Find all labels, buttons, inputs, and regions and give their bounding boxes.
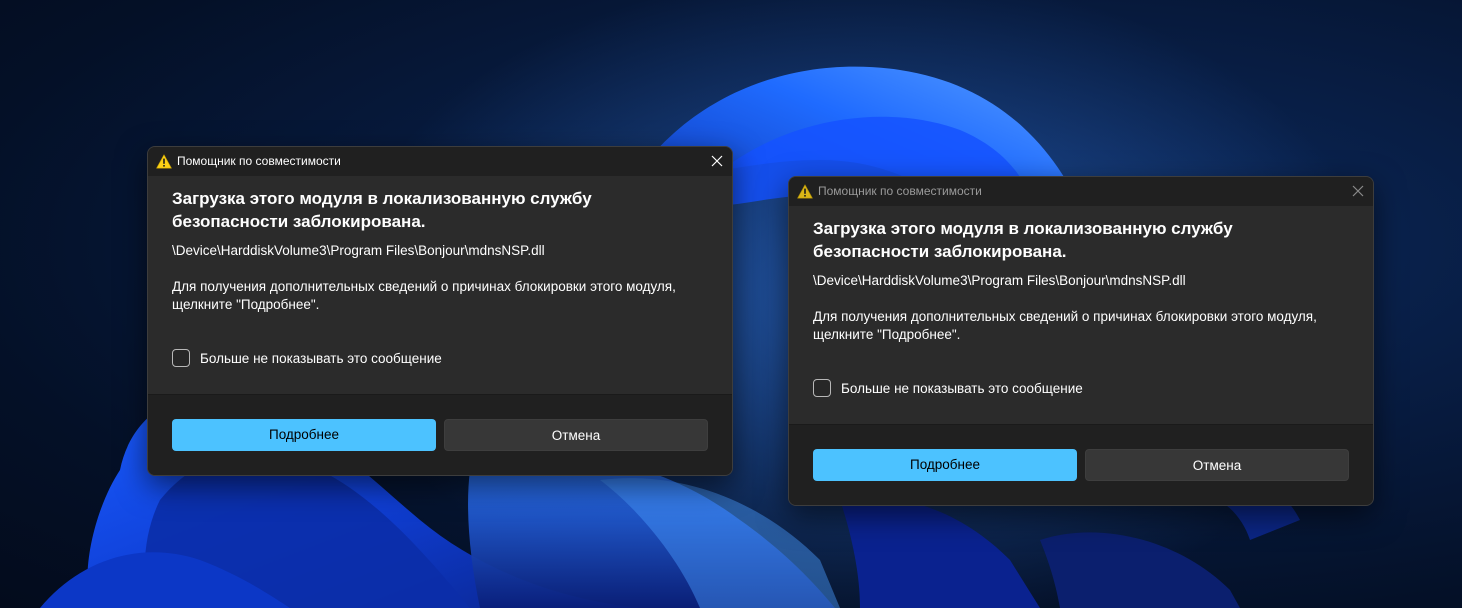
close-icon [711, 155, 723, 167]
dialog-footer: Подробнее Отмена [789, 424, 1373, 505]
window-title: Помощник по совместимости [818, 184, 982, 198]
window-title: Помощник по совместимости [177, 154, 341, 168]
details-button[interactable]: Подробнее [172, 419, 436, 451]
dialog-heading: Загрузка этого модуля в локализованную с… [813, 219, 1233, 261]
dialog-footer: Подробнее Отмена [148, 394, 732, 475]
compatibility-dialog-active: Помощник по совместимости Загрузка этого… [147, 146, 733, 476]
titlebar[interactable]: Помощник по совместимости [789, 177, 1373, 206]
dont-show-again-option[interactable]: Больше не показывать это сообщение [813, 377, 1083, 399]
checkbox-label[interactable]: Больше не показывать это сообщение [841, 380, 1083, 397]
module-path: \Device\HarddiskVolume3\Program Files\Bo… [172, 243, 545, 258]
checkbox-label[interactable]: Больше не показывать это сообщение [200, 350, 442, 367]
titlebar[interactable]: Помощник по совместимости [148, 147, 732, 176]
close-button[interactable] [702, 147, 732, 176]
warning-icon [156, 154, 172, 169]
info-text: Для получения дополнительных сведений о … [813, 309, 1317, 342]
warning-icon [797, 184, 813, 199]
dialog-heading: Загрузка этого модуля в локализованную с… [172, 189, 592, 231]
dont-show-again-checkbox[interactable] [172, 349, 190, 367]
desktop: Помощник по совместимости Загрузка этого… [0, 0, 1462, 608]
cancel-button[interactable]: Отмена [444, 419, 708, 451]
close-icon [1352, 185, 1364, 197]
details-button[interactable]: Подробнее [813, 449, 1077, 481]
dont-show-again-checkbox[interactable] [813, 379, 831, 397]
close-button[interactable] [1343, 177, 1373, 206]
compatibility-dialog-inactive: Помощник по совместимости Загрузка этого… [788, 176, 1374, 506]
info-text: Для получения дополнительных сведений о … [172, 279, 676, 312]
module-path: \Device\HarddiskVolume3\Program Files\Bo… [813, 273, 1186, 288]
dont-show-again-option[interactable]: Больше не показывать это сообщение [172, 347, 442, 369]
dialog-content: Загрузка этого модуля в локализованную с… [148, 176, 732, 394]
dialog-content: Загрузка этого модуля в локализованную с… [789, 206, 1373, 424]
cancel-button[interactable]: Отмена [1085, 449, 1349, 481]
